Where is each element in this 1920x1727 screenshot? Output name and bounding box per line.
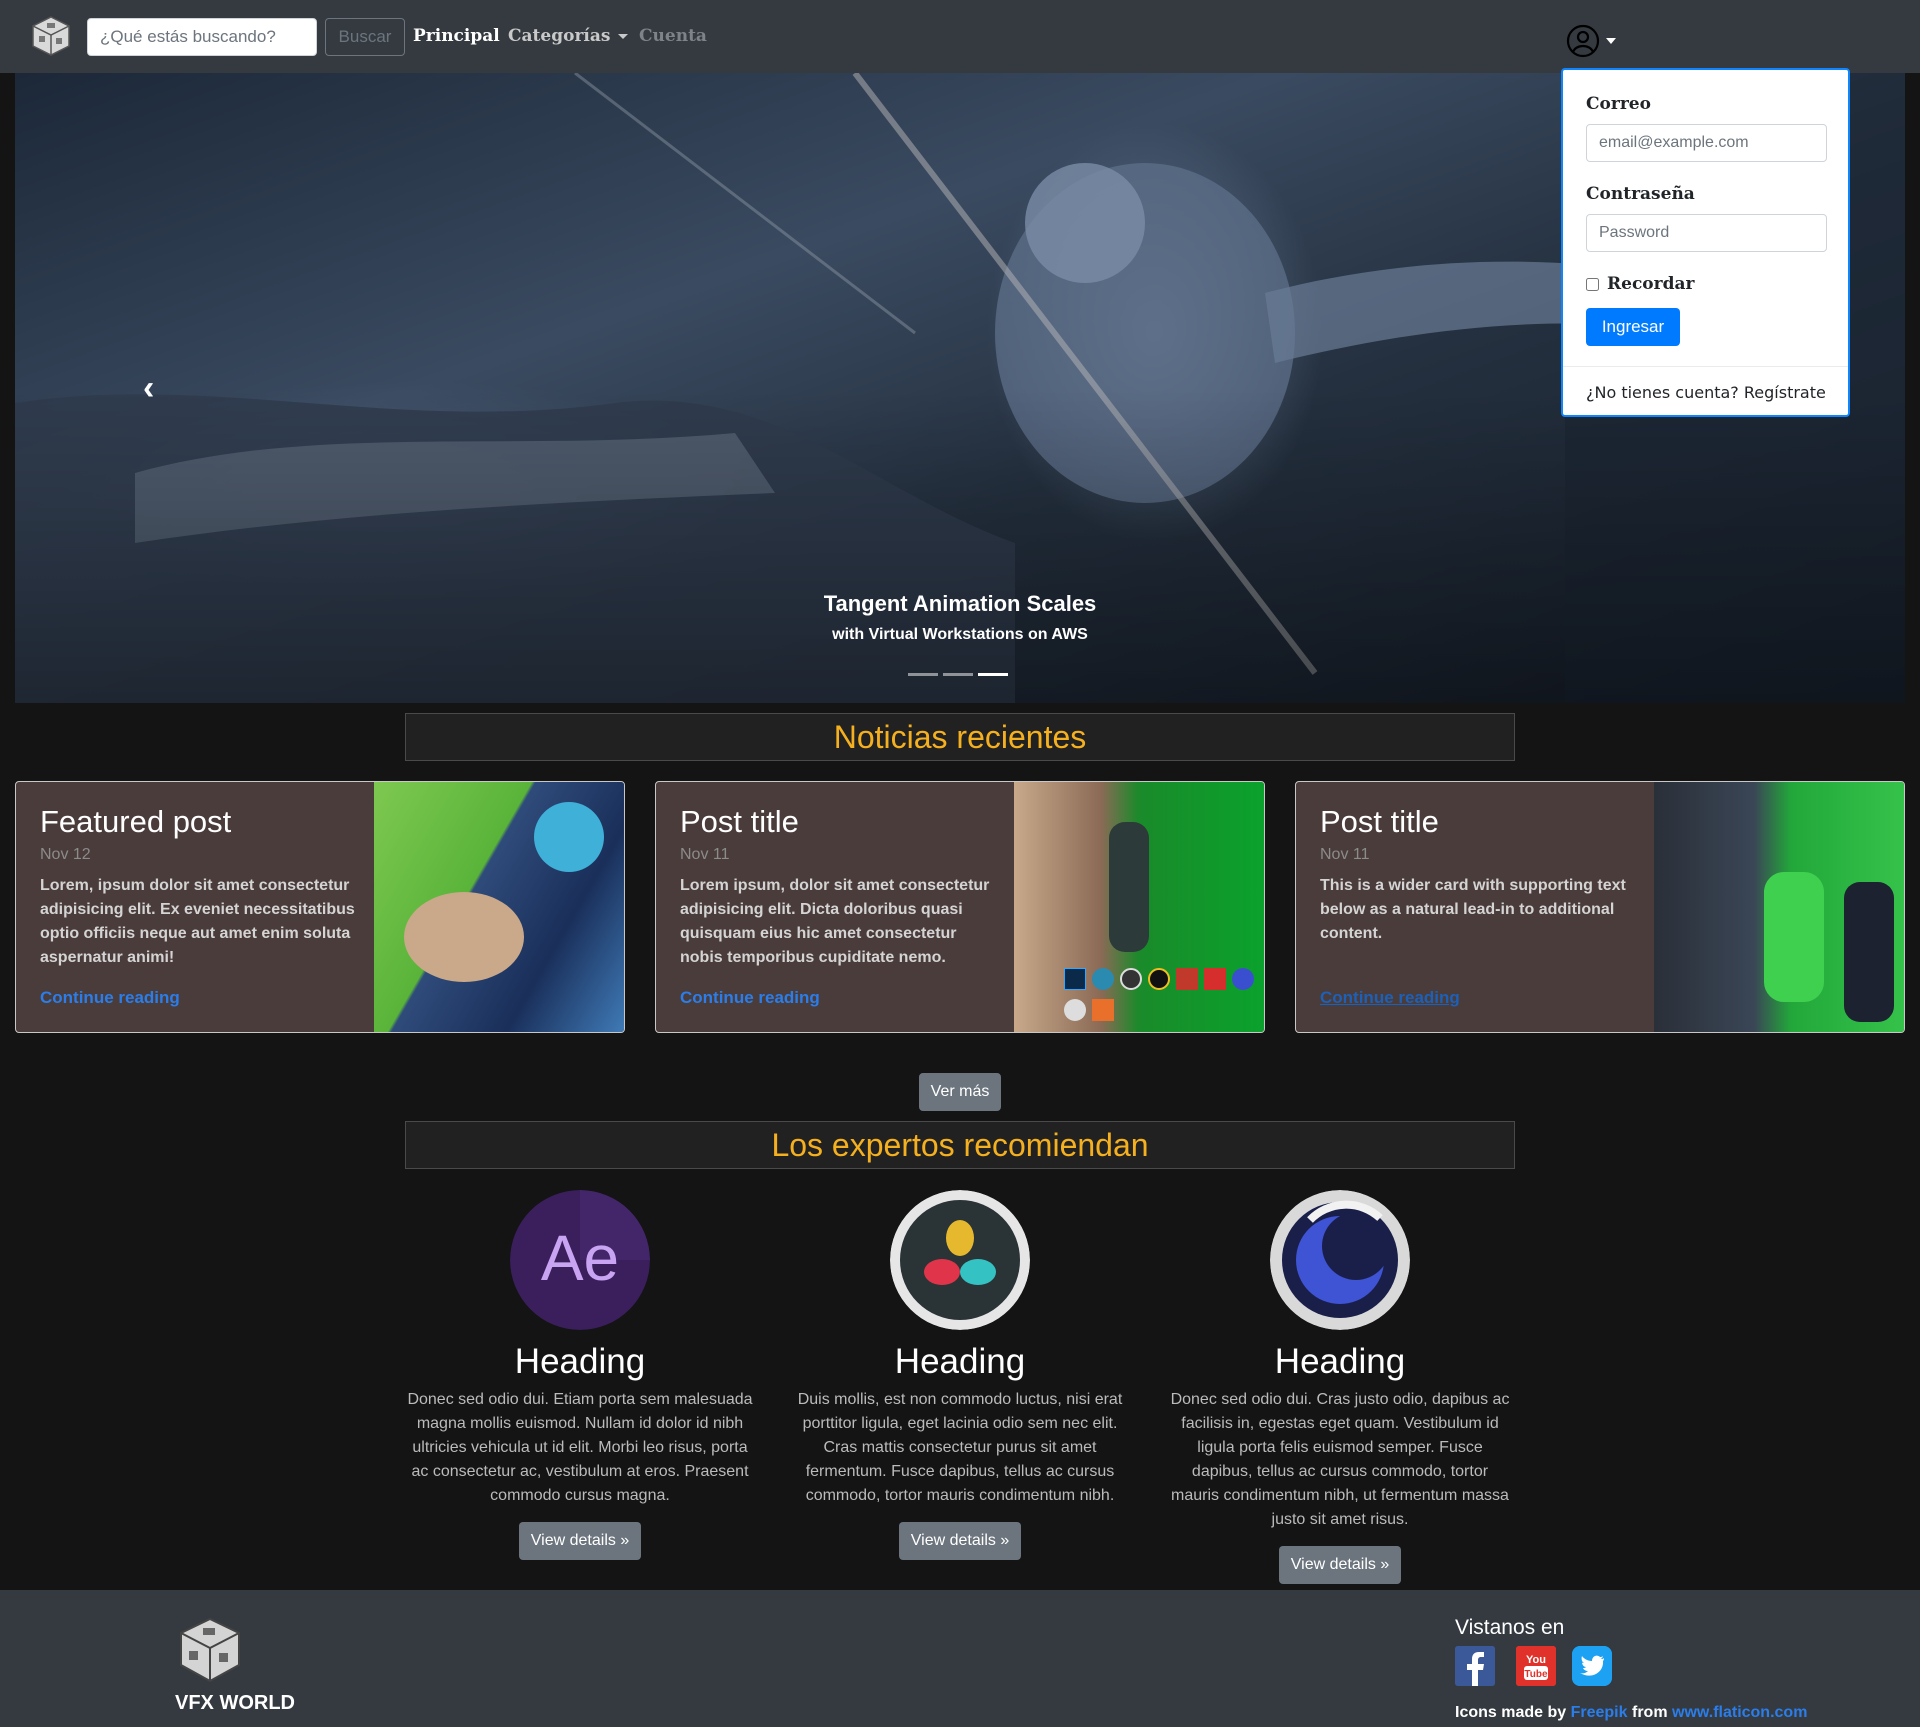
twitter-icon[interactable] bbox=[1572, 1646, 1612, 1686]
expert-column: Heading Duis mollis, est non commodo luc… bbox=[785, 1190, 1135, 1560]
password-field[interactable] bbox=[1586, 214, 1827, 252]
vfx-cube-logo-icon bbox=[180, 1617, 240, 1683]
continue-reading-link[interactable]: Continue reading bbox=[40, 988, 180, 1008]
login-dropdown: Correo Contraseña Recordar Ingresar ¿No … bbox=[1561, 68, 1850, 417]
card-title: Post title bbox=[1320, 804, 1439, 839]
login-form: Correo Contraseña Recordar Ingresar bbox=[1563, 70, 1848, 346]
card-text: Lorem, ipsum dolor sit amet consectetur … bbox=[40, 877, 355, 966]
nav-cuenta[interactable]: Cuenta bbox=[639, 26, 707, 46]
search-button[interactable]: Buscar bbox=[325, 18, 405, 56]
register-link[interactable]: ¿No tienes cuenta? Regístrate bbox=[1586, 383, 1826, 402]
expert-heading: Heading bbox=[514, 1342, 646, 1381]
davinci-resolve-icon bbox=[890, 1190, 1030, 1330]
card-thumbnail bbox=[1014, 782, 1264, 1032]
credits-text: Icons made by Freepik from www.flaticon.… bbox=[1455, 1704, 1807, 1722]
cinema4d-icon bbox=[1270, 1190, 1410, 1330]
email-field[interactable] bbox=[1586, 124, 1827, 162]
thumb-face-shape bbox=[404, 892, 524, 982]
carousel-indicator-1[interactable] bbox=[908, 673, 938, 676]
post-card: Post title Nov 11 Lorem ipsum, dolor sit… bbox=[655, 781, 1265, 1033]
houdini-icon bbox=[1064, 999, 1086, 1021]
card-text: Lorem ipsum, dolor sit amet consectetur … bbox=[680, 877, 990, 966]
card-body: Post title Nov 11 This is a wider card w… bbox=[1320, 804, 1640, 946]
remember-checkbox[interactable] bbox=[1586, 277, 1599, 291]
chevron-down-icon bbox=[618, 34, 629, 39]
c4d-icon bbox=[1232, 968, 1254, 990]
view-details-button[interactable]: View details » bbox=[1278, 1546, 1402, 1584]
news-section-heading: Noticias recientes bbox=[405, 713, 1515, 761]
card-date: Nov 12 bbox=[40, 846, 91, 863]
youtube-icon[interactable]: You Tube bbox=[1516, 1646, 1556, 1686]
card-date: Nov 11 bbox=[1320, 846, 1370, 863]
continue-reading-link[interactable]: Continue reading bbox=[1320, 988, 1460, 1008]
credits-prefix: Icons made by bbox=[1455, 1704, 1567, 1721]
ver-mas-button[interactable]: Ver más bbox=[919, 1073, 1001, 1111]
nuke-icon bbox=[1120, 968, 1142, 990]
carousel-caption-title: Tangent Animation Scales bbox=[823, 591, 1097, 616]
user-menu-toggle[interactable] bbox=[1566, 24, 1618, 58]
nav-categorias-label: Categorías bbox=[508, 26, 611, 46]
navbar: Buscar Principal Categorías Cuenta bbox=[0, 0, 1920, 73]
substance-icon bbox=[1092, 999, 1114, 1021]
dropdown-divider bbox=[1563, 366, 1848, 367]
software-icons-row bbox=[1064, 968, 1254, 1024]
expert-column: Heading Donec sed odio dui. Cras justo o… bbox=[1165, 1190, 1515, 1584]
password-label: Contraseña bbox=[1586, 184, 1695, 204]
card-text: This is a wider card with supporting tex… bbox=[1320, 877, 1626, 942]
carousel-caption-subtitle: with Virtual Workstations on AWS bbox=[832, 626, 1088, 643]
thumb-figure-shape bbox=[1844, 882, 1894, 1022]
remember-row: Recordar bbox=[1586, 274, 1825, 294]
chevron-left-icon[interactable]: ‹ bbox=[143, 369, 154, 408]
freepik-link[interactable]: Freepik bbox=[1571, 1704, 1628, 1721]
maya-icon bbox=[1092, 968, 1114, 990]
card-thumbnail bbox=[1654, 782, 1904, 1032]
carousel-indicator-2[interactable] bbox=[943, 673, 973, 676]
zbrush-icon bbox=[1148, 968, 1170, 990]
thumb-figure-shape bbox=[1109, 822, 1149, 952]
email-label: Correo bbox=[1586, 94, 1651, 114]
footer: VFX WORLD Vistanos en You Tube Icons mad… bbox=[0, 1590, 1920, 1727]
expert-heading: Heading bbox=[894, 1342, 1026, 1381]
card-body: Featured post Nov 12 Lorem, ipsum dolor … bbox=[40, 804, 360, 970]
post-card: Featured post Nov 12 Lorem, ipsum dolor … bbox=[15, 781, 625, 1033]
photoshop-icon bbox=[1064, 968, 1086, 990]
user-circle-icon bbox=[1566, 24, 1616, 58]
credits-from: from bbox=[1631, 1704, 1668, 1721]
card-thumbnail bbox=[374, 782, 624, 1032]
view-details-button[interactable]: View details » bbox=[518, 1522, 642, 1560]
search-input[interactable] bbox=[87, 18, 317, 56]
svg-text:You: You bbox=[1526, 1654, 1546, 1666]
login-submit-button[interactable]: Ingresar bbox=[1586, 308, 1680, 346]
mocha-icon bbox=[1176, 968, 1198, 990]
card-title: Featured post bbox=[40, 804, 232, 839]
expert-text: Duis mollis, est non commodo luctus, nis… bbox=[797, 1391, 1123, 1504]
follow-title: Vistanos en bbox=[1455, 1616, 1565, 1639]
card-date: Nov 11 bbox=[680, 846, 730, 863]
vfx-cube-logo-icon[interactable] bbox=[29, 14, 73, 58]
card-title: Post title bbox=[680, 804, 799, 839]
continue-reading-link[interactable]: Continue reading bbox=[680, 988, 820, 1008]
nav-categorias-dropdown[interactable]: Categorías bbox=[508, 26, 629, 46]
expert-column: Ae Heading Donec sed odio dui. Etiam por… bbox=[405, 1190, 755, 1560]
expert-text: Donec sed odio dui. Etiam porta sem male… bbox=[407, 1391, 753, 1504]
experts-section-heading: Los expertos recomiendan bbox=[405, 1121, 1515, 1169]
remember-label[interactable]: Recordar bbox=[1607, 274, 1694, 294]
view-details-button[interactable]: View details » bbox=[898, 1522, 1022, 1560]
thumb-alien-shape bbox=[534, 802, 604, 872]
flaticon-link[interactable]: www.flaticon.com bbox=[1672, 1704, 1807, 1721]
after-effects-icon: Ae bbox=[510, 1190, 650, 1330]
post-card: Post title Nov 11 This is a wider card w… bbox=[1295, 781, 1905, 1033]
expert-heading: Heading bbox=[1274, 1342, 1406, 1381]
card-body: Post title Nov 11 Lorem ipsum, dolor sit… bbox=[680, 804, 1000, 970]
redshift-icon bbox=[1204, 968, 1226, 990]
nav-principal[interactable]: Principal bbox=[413, 26, 500, 46]
carousel-indicators bbox=[908, 673, 1008, 676]
svg-text:Tube: Tube bbox=[1524, 1669, 1548, 1680]
expert-text: Donec sed odio dui. Cras justo odio, dap… bbox=[1170, 1391, 1510, 1528]
facebook-icon[interactable] bbox=[1455, 1646, 1495, 1686]
thumb-greensuit-shape bbox=[1764, 872, 1824, 1002]
svg-text:Ae: Ae bbox=[541, 1222, 619, 1294]
carousel-indicator-3[interactable] bbox=[978, 673, 1008, 676]
footer-brand: VFX WORLD bbox=[175, 1692, 295, 1714]
